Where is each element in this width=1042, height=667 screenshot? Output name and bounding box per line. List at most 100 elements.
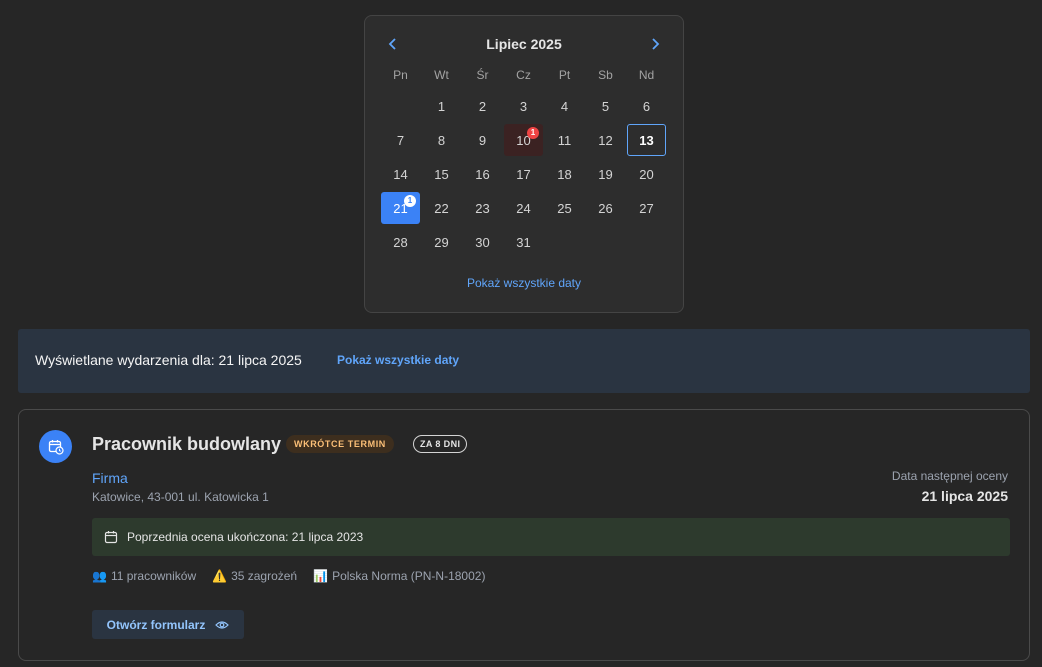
calendar-widget: Lipiec 2025 Pn Wt Śr Cz Pt Sb Nd 1 2 3 4 5 6 7 8 9 10 1 1…	[364, 15, 684, 313]
calendar-empty-cell	[380, 89, 421, 123]
calendar-day-number: 1	[437, 98, 446, 114]
previous-assessment-box: Poprzednia ocena ukończona: 21 lipca 202…	[92, 518, 1010, 556]
days-remaining-badge: ZA 8 DNI	[413, 435, 468, 453]
calendar-day[interactable]: 4	[544, 89, 585, 123]
calendar-icon	[104, 531, 118, 544]
open-form-button[interactable]: Otwórz formularz	[92, 610, 244, 639]
calendar-header: Lipiec 2025	[365, 34, 683, 54]
calendar-day-number: 27	[639, 200, 654, 216]
calendar-day[interactable]: 14	[380, 157, 421, 191]
calendar-day-number: 7	[396, 132, 405, 148]
calendar-day[interactable]: 1	[421, 89, 462, 123]
calendar-day[interactable]: 15	[421, 157, 462, 191]
calendar-day-number: 23	[475, 200, 490, 216]
stat-item: 👥 11 pracowników	[92, 569, 196, 583]
calendar-days-grid: 1 2 3 4 5 6 7 8 9 10 1 11 12 13 14 15 16 17 18 19 20 21 1 22 23 2…	[380, 89, 667, 259]
calendar-day-number: 9	[478, 132, 487, 148]
calendar-day-number: 25	[557, 200, 572, 216]
calendar-day-number: 3	[519, 98, 528, 114]
calendar-day[interactable]: 26	[585, 191, 626, 225]
calendar-day[interactable]: 11	[544, 123, 585, 157]
company-address: Katowice, 43-001 ul. Katowicka 1	[92, 490, 269, 504]
open-form-label: Otwórz formularz	[106, 617, 206, 632]
stat-text: 11 pracowników	[110, 569, 197, 583]
weekday-label: Wt	[434, 68, 449, 82]
calendar-day-number: 6	[642, 98, 651, 114]
calendar-day[interactable]: 19	[585, 157, 626, 191]
calendar-day[interactable]: 7	[380, 123, 421, 157]
weekday-label: Sb	[598, 68, 613, 82]
calendar-day-number: 22	[434, 200, 449, 216]
calendar-day[interactable]: 8	[421, 123, 462, 157]
selected-date-info-bar: Wyświetlane wydarzenia dla: 21 lipca 202…	[18, 329, 1030, 393]
calendar-day-number: 17	[516, 166, 531, 182]
weekday-label: Pt	[558, 68, 571, 82]
calendar-day-number: 11	[557, 132, 572, 148]
calendar-day-number: 8	[437, 132, 446, 148]
calendar-day[interactable]: 23	[462, 191, 503, 225]
calendar-day-number: 30	[475, 234, 490, 250]
calendar-day[interactable]: 30	[462, 225, 503, 259]
calendar-day-number: 16	[475, 166, 490, 182]
calendar-day[interactable]: 27	[626, 191, 667, 225]
calendar-day[interactable]: 12	[585, 123, 626, 157]
event-card: Pracownik budowlany WKRÓTCE TERMIN ZA 8 …	[18, 409, 1030, 661]
calendar-day-number: 20	[639, 166, 654, 182]
calendar-show-all-dates-link[interactable]: Pokaż wszystkie daty	[365, 276, 683, 290]
calendar-day[interactable]: 22	[421, 191, 462, 225]
next-assessment-date: 21 lipca 2025	[921, 488, 1008, 504]
calendar-day[interactable]: 21 1	[380, 191, 421, 225]
event-count-badge: 1	[404, 195, 416, 207]
calendar-day[interactable]: 25	[544, 191, 585, 225]
calendar-day[interactable]: 13	[626, 123, 667, 157]
stat-text: 35 zagrożeń	[231, 569, 298, 583]
calendar-day[interactable]: 20	[626, 157, 667, 191]
calendar-day[interactable]: 6	[626, 89, 667, 123]
weekday-label: Nd	[638, 68, 655, 82]
stat-item: 📊 Polska Norma (PN-N-18002)	[313, 569, 485, 583]
calendar-day[interactable]: 16	[462, 157, 503, 191]
chart-icon: 📊	[313, 569, 329, 583]
next-month-button[interactable]	[645, 34, 665, 54]
calendar-day[interactable]: 29	[421, 225, 462, 259]
stat-item: ⚠️ 35 zagrożeń	[212, 569, 297, 583]
calendar-day-number: 13	[639, 132, 654, 148]
calendar-day[interactable]: 24	[503, 191, 544, 225]
calendar-day-number: 18	[557, 166, 572, 182]
calendar-day-number: 5	[601, 98, 610, 114]
calendar-clock-icon	[39, 430, 72, 463]
calendar-day-number: 14	[393, 166, 408, 182]
calendar-day-number: 2	[478, 98, 487, 114]
calendar-day[interactable]: 2	[462, 89, 503, 123]
chevron-right-icon	[652, 38, 660, 50]
stat-text: Polska Norma (PN-N-18002)	[332, 569, 486, 583]
calendar-day-number: 28	[393, 234, 408, 250]
show-all-dates-link[interactable]: Pokaż wszystkie daty	[337, 353, 459, 367]
calendar-weekdays: Pn Wt Śr Cz Pt Sb Nd	[380, 68, 667, 82]
calendar-day[interactable]: 17	[503, 157, 544, 191]
calendar-day-number: 24	[516, 200, 531, 216]
eye-icon	[215, 620, 230, 629]
calendar-day-number: 26	[598, 200, 613, 216]
weekday-label: Pn	[393, 68, 408, 82]
calendar-day[interactable]: 10 1	[503, 123, 544, 157]
calendar-day-number: 4	[560, 98, 569, 114]
event-count-badge: 1	[527, 127, 539, 139]
calendar-month-title: Lipiec 2025	[486, 36, 562, 52]
calendar-day-number: 31	[516, 234, 531, 250]
warning-icon: ⚠️	[212, 569, 228, 583]
calendar-day-number: 12	[598, 132, 613, 148]
company-link[interactable]: Firma	[92, 470, 128, 486]
calendar-day[interactable]: 3	[503, 89, 544, 123]
due-soon-badge: WKRÓTCE TERMIN	[286, 435, 394, 453]
calendar-day[interactable]: 9	[462, 123, 503, 157]
calendar-day[interactable]: 5	[585, 89, 626, 123]
weekday-label: Cz	[516, 68, 531, 82]
calendar-day[interactable]: 28	[380, 225, 421, 259]
calendar-day-number: 15	[434, 166, 449, 182]
next-assessment-label: Data następnej oceny	[891, 469, 1008, 483]
calendar-day[interactable]: 31	[503, 225, 544, 259]
calendar-day-number: 19	[598, 166, 613, 182]
selected-date-text: Wyświetlane wydarzenia dla: 21 lipca 202…	[35, 352, 302, 368]
calendar-day[interactable]: 18	[544, 157, 585, 191]
